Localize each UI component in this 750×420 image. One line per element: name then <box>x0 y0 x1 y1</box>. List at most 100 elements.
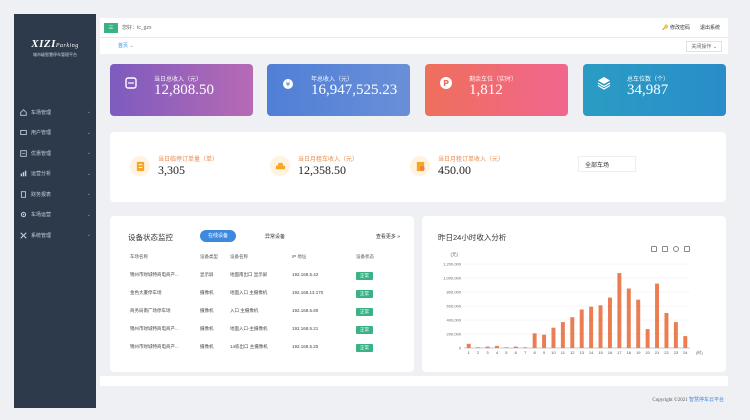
app-root: XIZIParking 城市级智慧停车管理平台 车场管理 ⌄ 用户管理 ⌄ 优惠… <box>0 0 750 420</box>
x-tick-label: 23 <box>674 350 679 355</box>
y-tick-label: 1,000,000 <box>443 276 462 281</box>
stat-card-annual-income: ¥ 年总收入（元） 16,947,525.23 <box>267 64 410 116</box>
sidebar-item-operations[interactable]: 车场运营 ⌄ <box>14 205 96 226</box>
x-tick-label: 8 <box>534 350 537 355</box>
tab-online-devices[interactable]: 在线设备 <box>200 230 236 242</box>
cell-lot-name: 锦州市财城特商电商产... <box>130 272 179 277</box>
summary-label: 当日月租订单收入（元） <box>438 157 505 163</box>
tab-bar: 首页 ⌄ 关闭操作 ⌄ <box>100 38 728 54</box>
bar-hour-14 <box>589 306 594 348</box>
cell-lot-name: 锦州市财城特商电商产... <box>130 326 179 331</box>
chevron-down-icon: ⌄ <box>129 43 134 49</box>
svg-text:¥: ¥ <box>286 81 291 89</box>
sidebar-item-label: 运营分析 <box>31 171 52 178</box>
sidebar-item-label: 车场管理 <box>31 109 52 116</box>
summary-value: 12,358.50 <box>298 163 346 177</box>
cell-device-name: 地面入口-主摄像机 <box>230 326 268 331</box>
x-tick-label: 7 <box>524 350 527 355</box>
tools-icon <box>20 232 27 239</box>
x-tick-label: 17 <box>617 350 622 355</box>
layers-icon <box>597 76 611 90</box>
x-axis-label: (时) <box>696 349 703 355</box>
tab-home[interactable]: 首页 ⌄ <box>118 42 134 49</box>
income-chart-panel: 昨日24小时收入分析 (元) 0 200,000 400,000 600,000 800,… <box>422 216 726 372</box>
column-header: 设备类型 <box>200 254 218 259</box>
parking-icon <box>20 108 27 116</box>
x-tick-label: 24 <box>683 350 688 355</box>
menu-toggle-button[interactable]: 三 <box>104 23 118 33</box>
y-tick-label: 800,000 <box>447 290 462 295</box>
view-more-link[interactable]: 查看更多 » <box>376 233 400 240</box>
sidebar-item-system[interactable]: 系统管理 ⌄ <box>14 225 96 246</box>
bar-hour-20 <box>645 329 650 348</box>
receipt-icon <box>410 156 430 176</box>
chevron-down-icon: ⌄ <box>86 129 91 136</box>
x-tick-label: 12 <box>570 350 575 355</box>
parking-lot-select[interactable]: 全部车场 <box>578 156 636 172</box>
cell-device-type: 摄像机 <box>200 344 214 349</box>
bar-hour-3 <box>485 346 490 348</box>
key-icon: 🔑 <box>662 25 669 31</box>
sidebar-item-label: 财务报表 <box>31 191 52 198</box>
cell-lot-name: 商务局南广场停车场 <box>130 308 171 313</box>
bar-hour-24 <box>683 336 688 348</box>
panel-title: 设备状态监控 <box>128 233 173 242</box>
x-tick-label: 13 <box>579 350 584 355</box>
chevron-down-icon: ⌄ <box>86 150 91 157</box>
bar-hour-21 <box>655 283 660 348</box>
footer-bar <box>100 376 728 386</box>
cell-ip-address: 192.168.5.42 <box>292 272 319 277</box>
bar-hour-15 <box>598 305 603 348</box>
x-tick-label: 5 <box>505 350 508 355</box>
stat-card-daily-income: 当日总收入（元） 12,808.50 <box>110 64 253 116</box>
sidebar-item-parking[interactable]: 车场管理 ⌄ <box>14 102 96 123</box>
tab-abnormal-devices[interactable]: 异常设备 <box>265 233 285 240</box>
stat-value: 16,947,525.23 <box>311 82 398 98</box>
sidebar-nav: 车场管理 ⌄ 用户管理 ⌄ 优惠管理 ⌄ 运营分析 ⌄ 财务报表 ⌄ 车场运营 … <box>14 102 96 246</box>
stat-value: 1,812 <box>469 82 503 98</box>
y-tick-label: 200,000 <box>447 332 462 337</box>
status-badge: 正常 <box>356 326 373 334</box>
chevron-down-icon: ⌄ <box>86 232 91 239</box>
logo-main-text: XIZI <box>31 38 56 50</box>
x-tick-label: 22 <box>664 350 669 355</box>
logout-link[interactable]: 退出系统 <box>700 24 720 31</box>
x-tick-label: 4 <box>496 350 499 355</box>
bar-hour-8 <box>532 333 537 348</box>
x-tick-label: 6 <box>515 350 518 355</box>
sidebar-item-analysis[interactable]: 运营分析 ⌄ <box>14 164 96 185</box>
money-bag-icon: ¥ <box>281 76 295 90</box>
stat-card-total-spaces: 总车位数（个） 34,987 <box>583 64 726 116</box>
sidebar-item-users[interactable]: 用户管理 ⌄ <box>14 123 96 144</box>
x-tick-label: 2 <box>477 350 480 355</box>
cell-device-type: 显示屏 <box>200 272 214 277</box>
sidebar-item-reports[interactable]: 财务报表 ⌄ <box>14 184 96 205</box>
cell-lot-name: 锦州市财城特商电商产... <box>130 344 179 349</box>
bar-hour-9 <box>542 334 547 348</box>
sidebar-item-discounts[interactable]: 优惠管理 ⌄ <box>14 143 96 164</box>
discount-icon <box>20 150 27 157</box>
topbar-actions: 🔑 修改密码 退出系统 <box>662 24 720 31</box>
status-badge: 正常 <box>356 290 373 298</box>
svg-text:P: P <box>443 79 449 88</box>
change-password-link[interactable]: 🔑 修改密码 <box>662 24 690 31</box>
chart-icon <box>20 170 27 177</box>
stat-card-remaining-spaces: P 剩余车位（实时） 1,812 <box>425 64 568 116</box>
column-header: 设备名称 <box>230 254 248 259</box>
x-tick-label: 3 <box>486 350 489 355</box>
bar-hour-23 <box>673 322 678 348</box>
y-tick-label: 600,000 <box>447 304 462 309</box>
stat-value: 34,987 <box>627 82 669 98</box>
x-tick-label: 16 <box>608 350 613 355</box>
x-tick-label: 15 <box>598 350 603 355</box>
logo: XIZIParking 城市级智慧停车管理平台 <box>14 38 96 58</box>
copyright: Copyright ©2021 智慧停车云平台 <box>652 398 724 403</box>
chevron-down-icon: ⌄ <box>712 44 717 50</box>
report-icon <box>20 191 27 198</box>
x-tick-label: 1 <box>468 350 471 355</box>
parking-circle-icon: P <box>439 76 453 90</box>
close-operations-dropdown[interactable]: 关闭操作 ⌄ <box>686 41 722 52</box>
x-tick-label: 10 <box>551 350 556 355</box>
bar-hour-10 <box>551 327 556 348</box>
brand-link[interactable]: 智慧停车云平台 <box>689 398 724 403</box>
